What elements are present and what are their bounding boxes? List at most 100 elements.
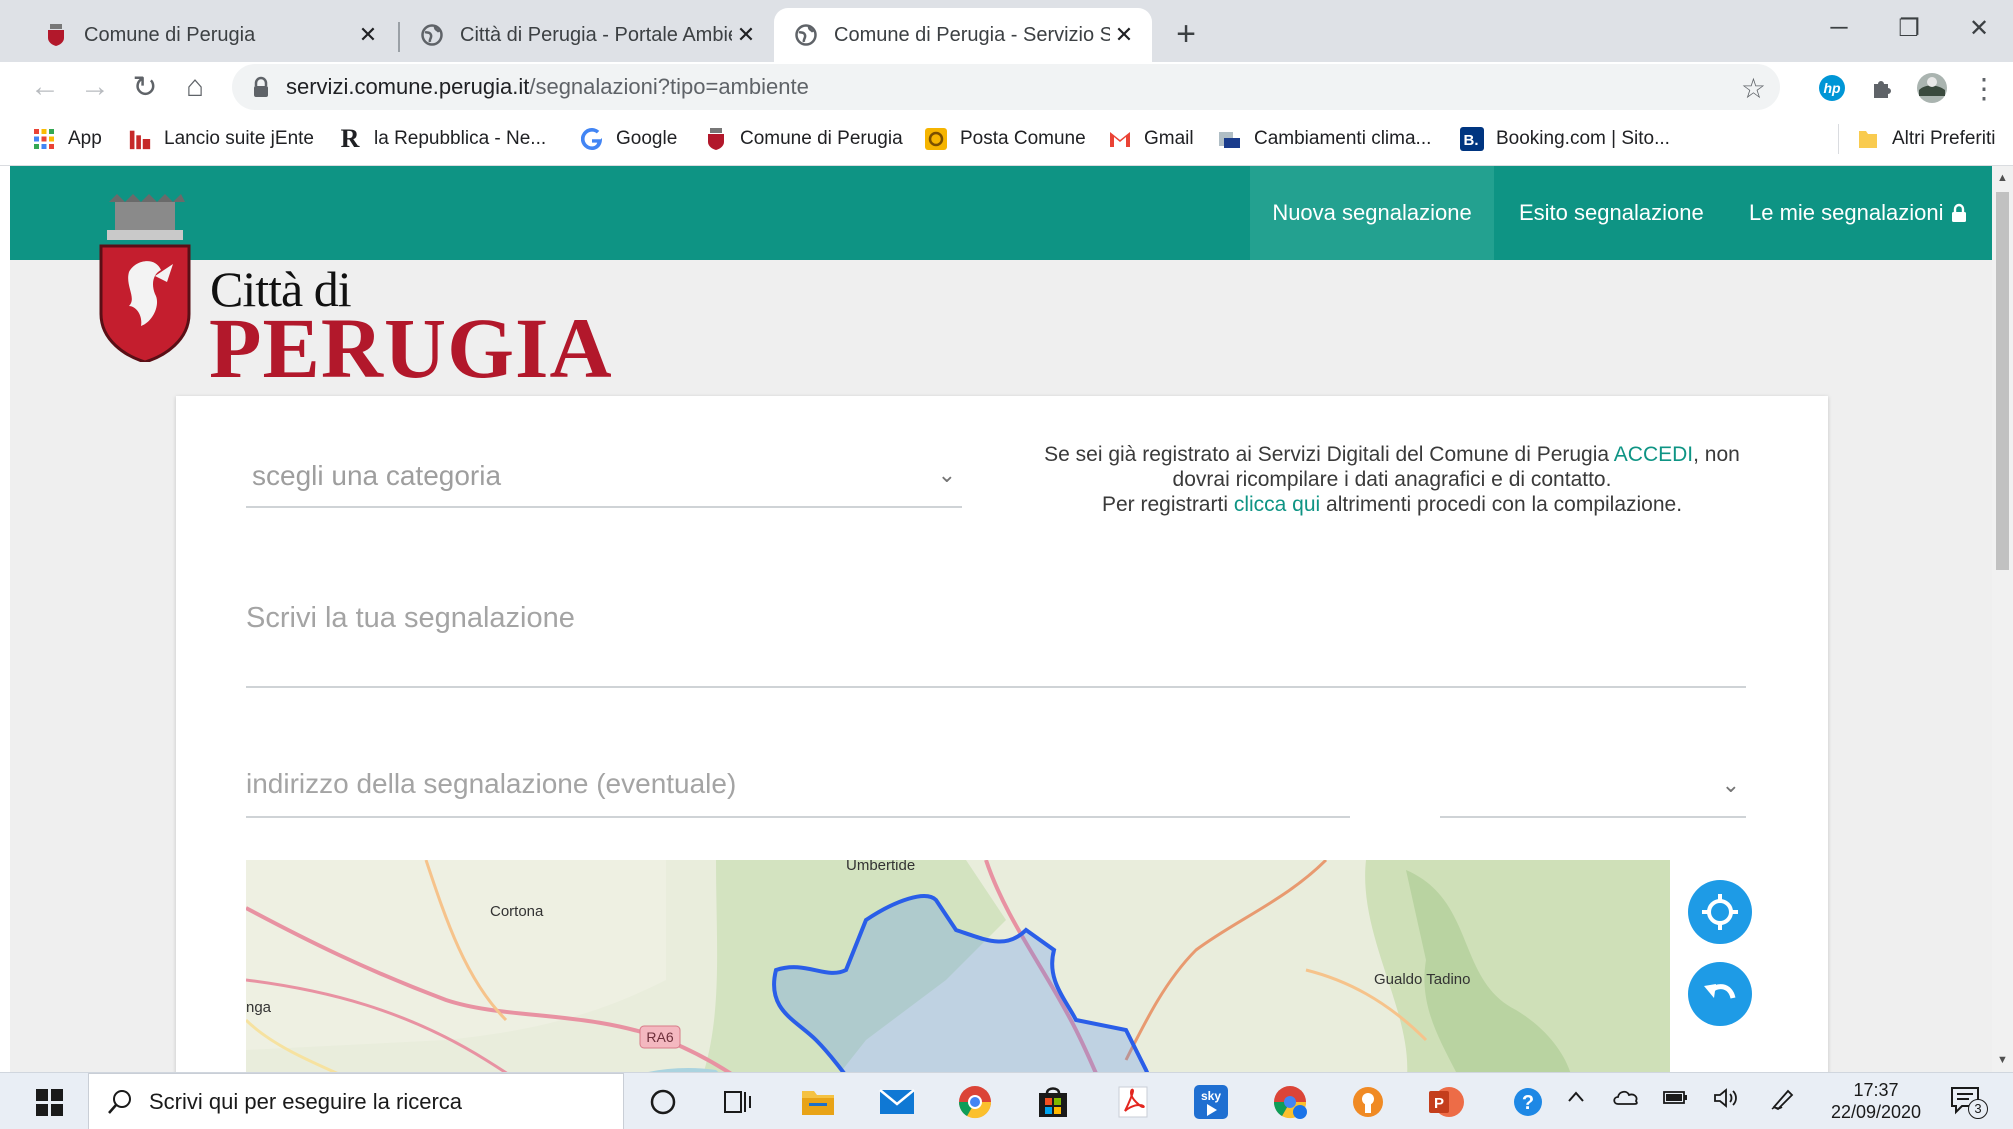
vpn-app-icon[interactable] <box>1348 1082 1388 1122</box>
bookmark-jente[interactable]: Lancio suite jEnte <box>128 124 314 154</box>
bookmark-gmail[interactable]: Gmail <box>1108 124 1194 154</box>
address-bar[interactable]: servizi.comune.perugia.it/segnalazioni?t… <box>232 64 1780 110</box>
site-logo[interactable]: Città di PERUGIA <box>95 194 612 396</box>
battery-icon[interactable] <box>1662 1087 1690 1113</box>
window-close-button[interactable]: ✕ <box>1944 8 2013 48</box>
tab-title: Città di Perugia - Portale Ambiente <box>460 23 732 46</box>
crosshair-icon <box>1702 894 1738 930</box>
bookmark-repubblica[interactable]: R la Repubblica - Ne... <box>338 124 547 154</box>
bookmark-label: Posta Comune <box>960 128 1086 149</box>
chrome-icon[interactable] <box>955 1082 995 1122</box>
bookmark-booking[interactable]: B. Booking.com | Sito... <box>1460 124 1670 154</box>
powerpoint-icon[interactable]: P <box>1426 1082 1466 1122</box>
taskbar-search-placeholder: Scrivi qui per eseguire la ricerca <box>149 1088 463 1114</box>
mail-app-icon[interactable] <box>877 1082 917 1122</box>
tray-chevron-up-icon[interactable] <box>1566 1087 1586 1113</box>
address-input[interactable]: indirizzo della segnalazione (eventuale) <box>246 752 1350 818</box>
scroll-up-icon[interactable]: ▲ <box>1997 172 2008 184</box>
task-view-icon[interactable] <box>718 1082 758 1122</box>
forward-button[interactable]: → <box>74 66 116 108</box>
bookmark-google[interactable]: Google <box>580 124 677 154</box>
notification-count-badge: 3 <box>1968 1099 1988 1119</box>
gmail-icon <box>1108 127 1132 151</box>
svg-text:?: ? <box>1522 1092 1534 1114</box>
svg-text:P: P <box>1434 1095 1444 1112</box>
extensions-puzzle-icon[interactable] <box>1866 72 1898 104</box>
bookmark-comune-perugia[interactable]: Comune di Perugia <box>704 124 903 154</box>
browser-menu-icon[interactable]: ⋮ <box>1968 72 2000 104</box>
close-icon[interactable]: ✕ <box>1110 21 1138 49</box>
nav-le-mie-segnalazioni[interactable]: Le mie segnalazioni <box>1749 166 1967 260</box>
browser-toolbar: ← → ↻ ⌂ servizi.comune.perugia.it/segnal… <box>0 62 2013 112</box>
bookmarks-bar: App Lancio suite jEnte R la Repubblica -… <box>0 112 2013 166</box>
category-select[interactable]: scegli una categoria ⌄ <box>246 442 962 508</box>
store-icon[interactable] <box>1033 1082 1073 1122</box>
close-icon[interactable]: ✕ <box>354 21 382 49</box>
info-text: altrimenti procedi con la compilazione. <box>1320 493 1683 516</box>
chrome-profile-icon[interactable] <box>1270 1082 1310 1122</box>
page-scrollbar[interactable]: ▲ ▼ <box>1992 166 2013 1072</box>
scroll-down-icon[interactable]: ▼ <box>1997 1054 2008 1066</box>
google-icon <box>580 127 604 151</box>
info-text: Per registrarti <box>1101 493 1234 516</box>
bookmarks-divider <box>1838 124 1839 154</box>
restore-button[interactable]: ❐ <box>1874 8 1944 48</box>
tab-servizio-segnalazioni[interactable]: Comune di Perugia - Servizio Segnalazion… <box>774 8 1152 62</box>
booking-icon: B. <box>1460 127 1484 151</box>
tab-comune-di-perugia[interactable]: Comune di Perugia ✕ <box>10 8 396 62</box>
file-explorer-icon[interactable] <box>798 1082 838 1122</box>
help-icon[interactable]: ? <box>1508 1082 1548 1122</box>
nav-esito-segnalazione[interactable]: Esito segnalazione <box>1519 166 1704 260</box>
clock-time: 17:37 <box>1853 1080 1899 1100</box>
bookmark-app[interactable]: App <box>32 124 102 154</box>
tab-portale-ambiente[interactable]: Città di Perugia - Portale Ambiente ✕ <box>386 8 774 62</box>
onedrive-icon[interactable] <box>1612 1087 1640 1113</box>
volume-icon[interactable] <box>1712 1087 1740 1115</box>
scrollbar-thumb[interactable] <box>1996 192 2009 570</box>
bookmark-label: Google <box>616 128 678 149</box>
bookmark-label: Altri Preferiti <box>1892 128 1996 149</box>
new-tab-button[interactable]: + <box>1166 14 1206 54</box>
bookmark-folder-altri-preferiti[interactable]: Altri Preferiti <box>1856 124 1995 154</box>
nav-nuova-segnalazione[interactable]: Nuova segnalazione <box>1250 166 1494 260</box>
tab-title: Comune di Perugia <box>84 23 256 46</box>
home-button[interactable]: ⌂ <box>174 66 216 108</box>
category-placeholder: scegli una categoria <box>252 460 502 491</box>
bookmark-posta-comune[interactable]: Posta Comune <box>924 124 1086 154</box>
hp-extension-icon[interactable]: hp <box>1816 72 1848 104</box>
screen: Comune di Perugia ✕ Città di Perugia - P… <box>0 0 2013 1129</box>
url-path: /segnalazioni?tipo=ambiente <box>529 74 809 99</box>
jente-icon <box>128 127 152 151</box>
accedi-link[interactable]: ACCEDI <box>1614 443 1693 466</box>
locate-me-button[interactable] <box>1688 880 1752 944</box>
close-icon[interactable]: ✕ <box>732 21 760 49</box>
windows-taskbar: Scrivi qui per eseguire la ricerca sky P… <box>0 1072 2013 1129</box>
url-host: servizi.comune.perugia.it <box>286 74 530 99</box>
repubblica-icon: R <box>340 124 360 153</box>
perugia-crest-icon <box>704 127 728 151</box>
svg-text:sky: sky <box>1201 1089 1221 1103</box>
star-icon[interactable]: ☆ <box>1741 72 1766 105</box>
undo-button[interactable] <box>1688 962 1752 1026</box>
report-textarea[interactable]: Scrivi la tua segnalazione <box>246 588 1746 688</box>
svg-text:hp: hp <box>1823 80 1841 96</box>
bookmark-label: la Repubblica - Ne... <box>374 128 547 149</box>
lock-icon[interactable] <box>252 76 270 98</box>
address-suggestions-select[interactable]: ⌄ <box>1440 752 1746 818</box>
bookmark-cambiamenti-clima[interactable]: Cambiamenti clima... <box>1218 124 1431 154</box>
reload-button[interactable]: ↻ <box>124 66 166 108</box>
back-button[interactable]: ← <box>24 66 66 108</box>
minimize-button[interactable]: ─ <box>1804 8 1874 48</box>
acrobat-icon[interactable] <box>1113 1082 1153 1122</box>
sky-go-icon[interactable]: sky <box>1191 1082 1231 1122</box>
pen-icon[interactable] <box>1770 1087 1796 1117</box>
apps-grid-icon <box>32 127 56 151</box>
profile-avatar[interactable] <box>1916 72 1948 104</box>
clicca-qui-link[interactable]: clicca qui <box>1234 493 1320 516</box>
taskbar-clock[interactable]: 17:37 22/09/2020 <box>1818 1079 1934 1123</box>
windows-start-button[interactable] <box>22 1083 76 1121</box>
notifications-button[interactable]: 3 <box>1950 1085 1990 1121</box>
map-view[interactable]: RA6 Umbertide Cortona Gualdo Tadino nga <box>246 860 1670 1072</box>
taskbar-search-box[interactable]: Scrivi qui per eseguire la ricerca <box>88 1073 624 1129</box>
cortana-icon[interactable] <box>643 1082 683 1122</box>
